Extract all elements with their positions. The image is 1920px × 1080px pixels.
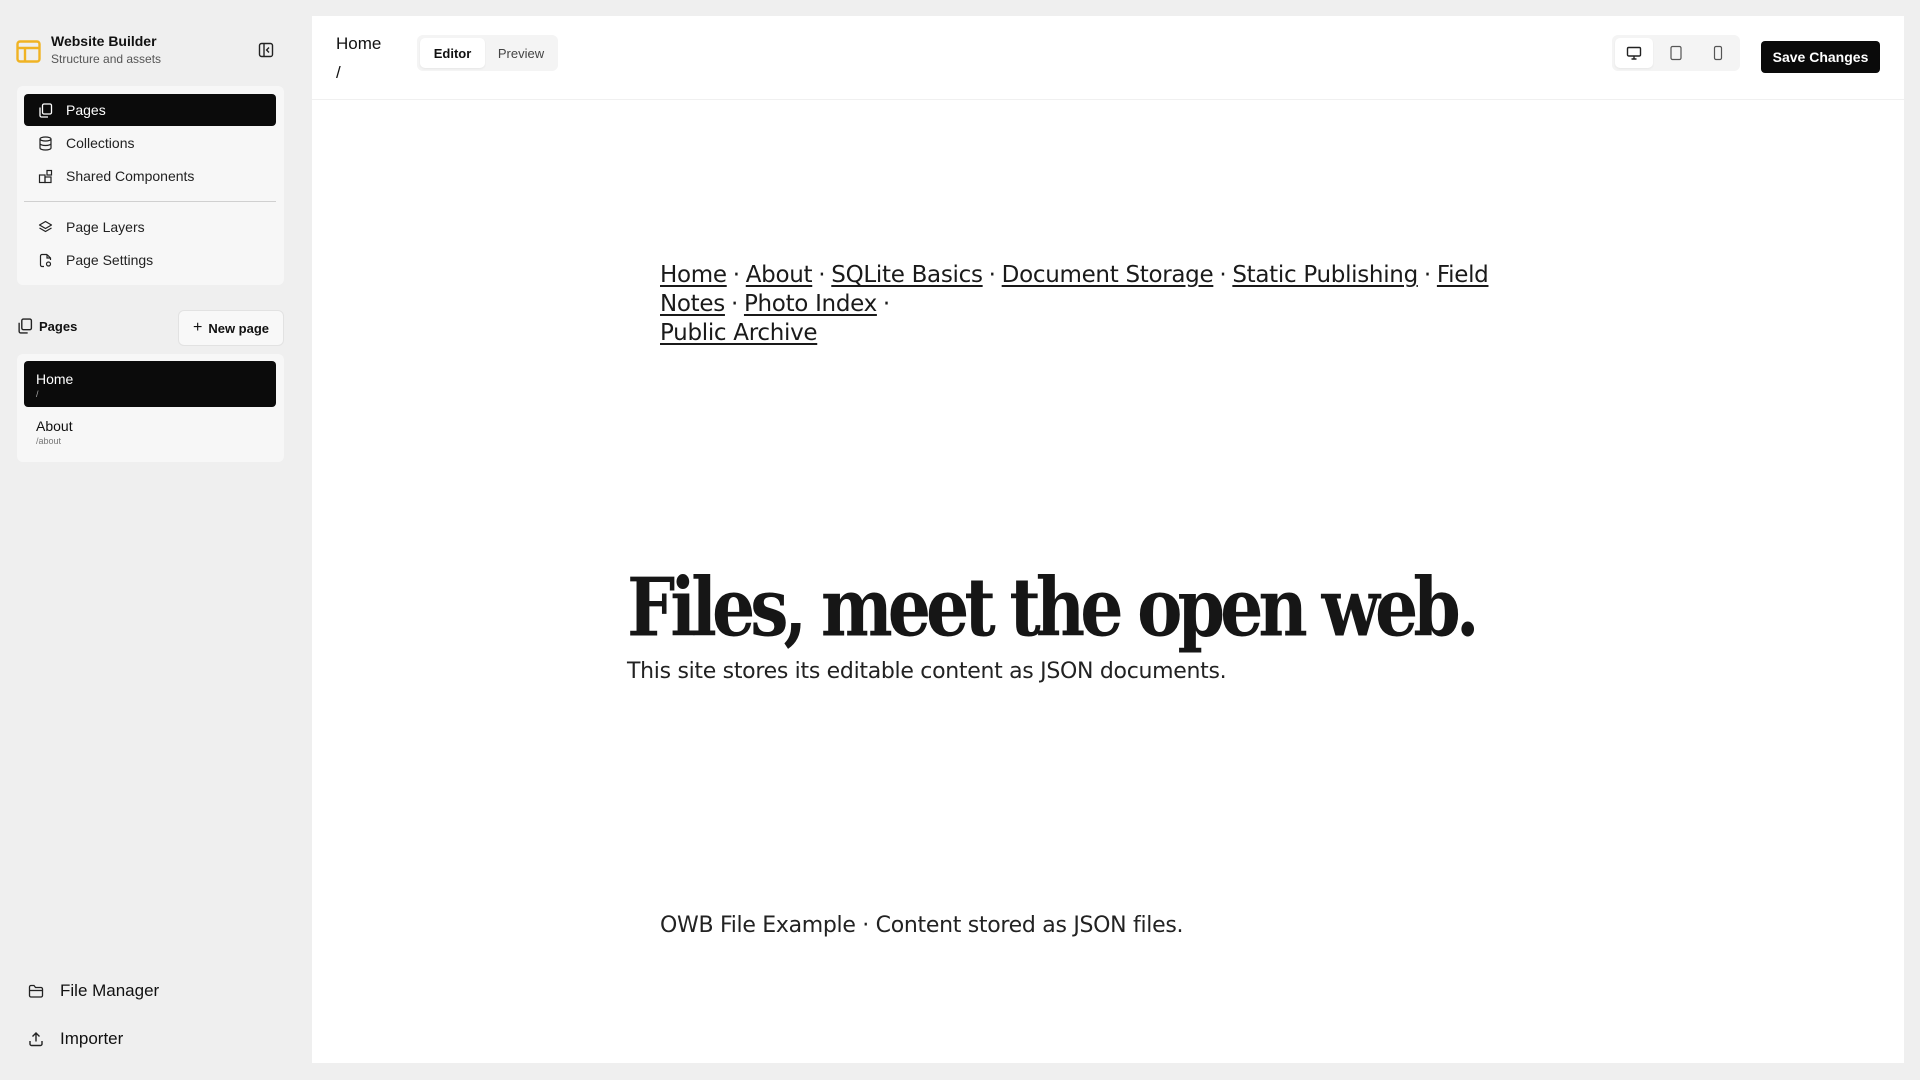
desktop-icon: [1626, 46, 1642, 60]
nav-separator: ·: [818, 262, 826, 288]
sidebar-item-label: Shared Components: [66, 168, 195, 184]
sidebar-item-shared-components[interactable]: Shared Components: [24, 160, 276, 192]
site-nav-link-public-archive[interactable]: Public Archive: [660, 320, 818, 346]
tab-editor[interactable]: Editor: [420, 38, 485, 68]
folder-icon: [28, 982, 46, 1000]
pages-icon: [36, 101, 54, 119]
nav-separator: ·: [732, 262, 740, 288]
nav-separator: ·: [988, 262, 996, 288]
site-nav-link-about[interactable]: About: [746, 262, 813, 288]
editor-main: Home / Editor Preview Save Changes Home ·…: [312, 16, 1904, 1063]
plus-icon: +: [192, 319, 203, 336]
hero-subtitle[interactable]: This site stores its editable content as…: [627, 659, 1227, 684]
mobile-view-button[interactable]: [1699, 38, 1737, 68]
site-nav-link-static-publishing[interactable]: Static Publishing: [1232, 262, 1418, 288]
device-switcher: [1612, 35, 1740, 71]
file-manager-label: File Manager: [60, 981, 160, 1000]
layers-icon: [36, 218, 54, 236]
desktop-view-button[interactable]: [1615, 38, 1653, 68]
page-name: About: [36, 418, 73, 434]
site-nav-link-document-storage[interactable]: Document Storage: [1002, 262, 1214, 288]
site-footer-text[interactable]: OWB File Example · Content stored as JSO…: [660, 913, 1184, 938]
sidebar-item-page-layers[interactable]: Page Layers: [24, 211, 276, 243]
sidebar: Website Builder Structure and assets Pag…: [0, 0, 300, 1080]
nav-divider: [24, 201, 276, 202]
sidebar-item-label: Page Layers: [66, 219, 145, 235]
nav-separator: ·: [882, 291, 890, 317]
brand: Website Builder Structure and assets: [16, 30, 161, 66]
save-changes-button[interactable]: Save Changes: [1761, 41, 1880, 73]
pages-section-header: Pages + New page: [17, 310, 284, 346]
sidebar-item-label: Pages: [66, 102, 106, 118]
importer-button[interactable]: Importer: [28, 1029, 123, 1049]
file-manager-button[interactable]: File Manager: [28, 981, 159, 1001]
sidebar-item-collections[interactable]: Collections: [24, 127, 276, 159]
upload-icon: [28, 1030, 46, 1048]
sidebar-item-pages[interactable]: Pages: [24, 94, 276, 126]
current-page-title: Home: [336, 34, 382, 53]
site-nav-link-sqlite-basics[interactable]: SQLite Basics: [831, 262, 983, 288]
importer-label: Importer: [60, 1029, 124, 1048]
page-list-item-home[interactable]: Home /: [24, 361, 276, 407]
page-list-item-about[interactable]: About /about: [24, 408, 276, 454]
database-icon: [36, 134, 54, 152]
sidebar-item-label: Collections: [66, 135, 135, 151]
sidebar-item-label: Page Settings: [66, 252, 154, 268]
editor-topbar: Home / Editor Preview Save Changes: [312, 16, 1904, 100]
sidebar-nav: Pages Collections Shared Components Page…: [17, 86, 284, 285]
app-subtitle: Structure and assets: [51, 52, 162, 66]
page-settings-icon: [36, 251, 54, 269]
site-navigation: Home · About · SQLite Basics · Document Storag…: [660, 261, 1560, 348]
page-name: Home: [36, 371, 74, 387]
new-page-label: New page: [208, 320, 270, 336]
hero-title[interactable]: Files, meet the open web.: [627, 561, 1479, 655]
page-path: /: [36, 389, 39, 399]
components-icon: [36, 167, 54, 185]
tablet-view-button[interactable]: [1657, 38, 1695, 68]
new-page-button[interactable]: + New page: [178, 310, 284, 346]
app-title: Website Builder: [51, 33, 157, 49]
mobile-icon: [1713, 45, 1723, 61]
nav-separator: ·: [1219, 262, 1227, 288]
mode-tabs: Editor Preview: [417, 35, 558, 71]
site-nav-link-photo-index[interactable]: Photo Index: [744, 291, 877, 317]
page-list: Home / About /about: [17, 354, 284, 462]
tablet-icon: [1670, 45, 1682, 61]
nav-separator: ·: [1423, 262, 1431, 288]
page-path: /about: [36, 436, 62, 446]
current-page-path: /: [336, 63, 341, 82]
pages-icon: [18, 318, 33, 334]
tab-preview[interactable]: Preview: [489, 38, 553, 68]
nav-separator: ·: [730, 291, 738, 317]
sidebar-collapse-icon: [258, 42, 274, 58]
site-nav-link-home[interactable]: Home: [660, 262, 727, 288]
pages-section-label: Pages: [39, 318, 78, 334]
sidebar-collapse-button[interactable]: [256, 40, 276, 60]
sidebar-item-page-settings[interactable]: Page Settings: [24, 244, 276, 276]
layout-icon: [16, 40, 41, 63]
